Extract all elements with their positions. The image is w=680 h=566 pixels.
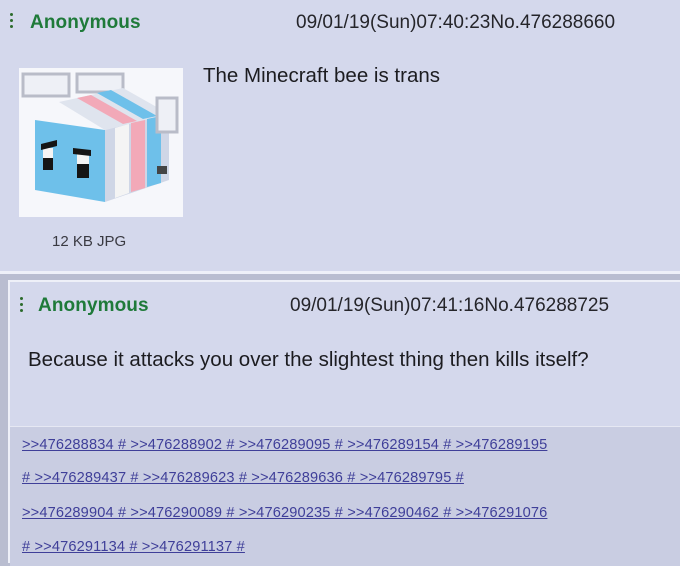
file-info: 12 KB JPG — [52, 233, 127, 250]
reply-link-line[interactable]: # >>476289437 # >>476289623 # >>47628963… — [22, 470, 464, 486]
post-476288660: Anonymous 09/01/19(Sun)07:40:23No.476288… — [0, 0, 680, 274]
reply-link-line[interactable]: >>476288834 # >>476288902 # >>476289095 … — [22, 437, 547, 453]
post-meta: 09/01/19(Sun)07:41:16No.476288725 — [290, 295, 609, 317]
post-comment: Because it attacks you over the slightes… — [28, 348, 589, 371]
reply-link-line[interactable]: # >>476291134 # >>476291137 # — [22, 539, 245, 555]
poster-name: Anonymous — [38, 295, 149, 316]
post-number[interactable]: No.476288725 — [484, 295, 609, 316]
replies-section: >>476288834 # >>476288902 # >>476289095 … — [10, 426, 680, 566]
post-menu-icon[interactable] — [20, 297, 24, 315]
post-476288725: Anonymous 09/01/19(Sun)07:41:16No.476288… — [8, 280, 680, 566]
post-meta: 09/01/19(Sun)07:40:23No.476288660 — [296, 12, 615, 34]
minecraft-bee-icon — [21, 72, 179, 202]
bee-image-thumbnail[interactable] — [19, 68, 183, 217]
post-datetime: 09/01/19(Sun)07:40:23 — [296, 12, 491, 33]
post-menu-icon[interactable] — [10, 13, 14, 31]
post-datetime: 09/01/19(Sun)07:41:16 — [290, 295, 485, 316]
reply-link-line[interactable]: >>476289904 # >>476290089 # >>476290235 … — [22, 505, 547, 521]
post-number[interactable]: No.476288660 — [490, 12, 615, 33]
poster-name: Anonymous — [30, 12, 141, 33]
post-comment: The Minecraft bee is trans — [203, 64, 440, 87]
